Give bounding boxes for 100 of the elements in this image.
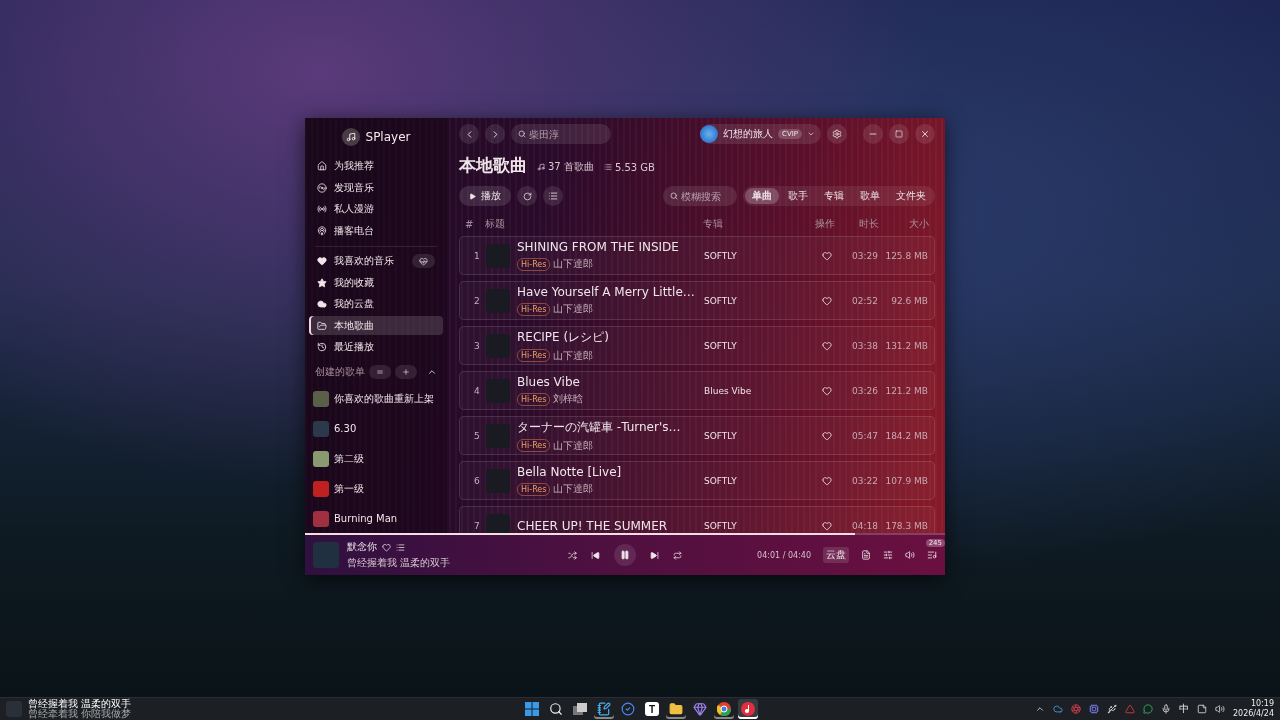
album-name[interactable]: SOFTLY <box>704 475 814 486</box>
lyrics-button[interactable] <box>861 550 871 560</box>
column-header: 专辑 <box>703 217 724 231</box>
like-button[interactable] <box>382 542 391 552</box>
volume-icon <box>905 550 915 560</box>
forward-button[interactable] <box>485 124 505 144</box>
filter-tab[interactable]: 文件夹 <box>889 188 933 204</box>
sliders-icon <box>883 550 893 560</box>
album-name[interactable]: SOFTLY <box>704 430 814 441</box>
sort-button[interactable] <box>369 365 391 379</box>
back-button[interactable] <box>459 124 479 144</box>
plus-icon <box>402 368 410 376</box>
artist-link[interactable]: 刘梓晗 <box>553 392 584 406</box>
taskbar-app[interactable] <box>714 699 734 719</box>
playlist-item[interactable]: 第二级 <box>309 445 443 473</box>
album-name[interactable]: SOFTLY <box>704 520 814 531</box>
list-view-button[interactable] <box>543 186 563 206</box>
page-title: 本地歌曲 <box>459 154 527 177</box>
queue-button[interactable] <box>927 550 937 560</box>
media-subtitle: 曾经牵着我 你陪我做梦 <box>28 709 132 719</box>
gem-icon <box>693 702 707 716</box>
star-icon <box>317 277 327 288</box>
list-icon <box>548 191 558 201</box>
add-playlist-button[interactable] <box>395 365 417 379</box>
play-all-button[interactable]: 播放 <box>459 186 511 206</box>
repeat-button[interactable] <box>673 550 682 560</box>
song-row[interactable]: 5 ターナーの汽罐車 -Turner's… Hi-Res 山下達郎 SOFTLY 05:47 184.2 MB <box>459 416 935 455</box>
album-name[interactable]: Blues Vibe <box>704 385 814 396</box>
playlist-item[interactable]: 你喜欢的歌曲重新上架 <box>309 385 443 413</box>
document-icon <box>861 550 871 560</box>
column-header: 时长 <box>858 217 879 231</box>
caret-icon <box>807 130 815 138</box>
sidebar-item[interactable]: 我的收藏 <box>309 273 443 293</box>
heart-icon <box>822 250 832 261</box>
file-size: 107.9 MB <box>884 475 928 486</box>
playlist-item[interactable]: Burning Man <box>309 505 443 533</box>
sidebar-item[interactable]: 本地歌曲 <box>309 316 443 336</box>
volume-button[interactable] <box>905 550 915 560</box>
equalizer-button[interactable] <box>883 550 893 560</box>
sidebar-item[interactable]: 我喜欢的音乐 <box>309 251 443 271</box>
settings-button[interactable] <box>827 124 847 144</box>
artist-link[interactable]: 山下達郎 <box>553 302 594 316</box>
speaker-icon <box>1214 704 1225 714</box>
artist-link[interactable]: 山下達郎 <box>553 257 594 271</box>
taskbar-app[interactable] <box>522 699 542 719</box>
artist-link[interactable]: 山下達郎 <box>553 348 594 363</box>
filter-tab[interactable]: 歌手 <box>781 188 815 204</box>
sidebar-item[interactable]: 发现音乐 <box>309 178 443 198</box>
heart-icon <box>822 430 832 441</box>
column-header: 大小 <box>908 217 929 231</box>
next-button[interactable] <box>650 550 659 560</box>
song-row[interactable]: 3 RECIPE (レシピ) Hi-Res 山下達郎 SOFTLY 03:38 131.2 MB <box>459 326 935 365</box>
cloud-icon <box>317 299 327 310</box>
input-method[interactable]: 中 <box>1178 702 1189 716</box>
artist-link[interactable]: 山下達郎 <box>553 482 594 496</box>
duration: 04:18 <box>851 520 878 531</box>
taskbar-app[interactable] <box>594 699 614 719</box>
sidebar-item[interactable]: 最近播放 <box>309 337 443 357</box>
clock[interactable]: 10:19 2026/4/24 <box>1232 699 1274 719</box>
album-name[interactable]: SOFTLY <box>704 250 814 261</box>
folder-icon <box>669 702 683 716</box>
play-pause-button[interactable] <box>614 544 636 566</box>
filter-tab[interactable]: 单曲 <box>745 188 779 204</box>
artist-link[interactable]: 山下達郎 <box>553 438 594 453</box>
close-button[interactable] <box>915 124 935 144</box>
shuffle-button[interactable] <box>568 550 577 560</box>
previous-button[interactable] <box>591 550 600 560</box>
song-row[interactable]: 1 SHINING FROM THE INSIDE Hi-Res 山下達郎 SOFTLY 03:29 125.8 MB <box>459 236 935 275</box>
task-view-icon <box>573 703 587 715</box>
playlist-item[interactable]: 第一级 <box>309 475 443 503</box>
sidebar-item[interactable]: 播客电台 <box>309 221 443 241</box>
song-row[interactable]: 2 Have Yourself A Merry Little… Hi-Res 山下達郎 SOFTLY 02:52 92.6 MB <box>459 281 935 320</box>
album-name[interactable]: SOFTLY <box>704 295 814 306</box>
chat-icon <box>1142 704 1153 714</box>
collapse-button[interactable] <box>427 367 437 377</box>
sidebar-item[interactable]: 我的云盘 <box>309 294 443 314</box>
refresh-button[interactable] <box>517 186 537 206</box>
heart-beat-button[interactable] <box>412 254 435 269</box>
cover-placeholder <box>486 288 510 313</box>
taskbar-app[interactable] <box>738 699 758 719</box>
maximize-button[interactable] <box>889 124 909 144</box>
song-title: Have Yourself A Merry Little… <box>517 285 695 299</box>
repeat-icon <box>673 550 682 560</box>
song-row[interactable]: 6 Bella Notte [Live] Hi-Res 山下達郎 SOFTLY 03:22 107.9 MB <box>459 461 935 500</box>
song-row[interactable]: 4 Blues Vibe Hi-Res 刘梓晗 Blues Vibe 03:26 121.2 MB <box>459 371 935 410</box>
duration: 05:47 <box>851 430 878 441</box>
filter-tab[interactable]: 专辑 <box>817 188 851 204</box>
sidebar-item[interactable]: 为我推荐 <box>309 156 443 177</box>
cover-placeholder <box>486 513 510 533</box>
album-name[interactable]: SOFTLY <box>704 340 814 351</box>
file-size: 125.8 MB <box>884 250 928 261</box>
chip-icon <box>1088 704 1099 714</box>
track-number: 7 <box>473 520 481 531</box>
playlist-add-button[interactable] <box>396 542 405 552</box>
filter-tab[interactable]: 歌单 <box>853 188 887 204</box>
playlist-item[interactable]: 6.30 <box>309 415 443 443</box>
skip-forward-icon <box>650 550 659 560</box>
minimize-button[interactable] <box>863 124 883 144</box>
track-number: 3 <box>473 340 481 351</box>
sidebar-item[interactable]: 私人漫游 <box>309 199 443 220</box>
